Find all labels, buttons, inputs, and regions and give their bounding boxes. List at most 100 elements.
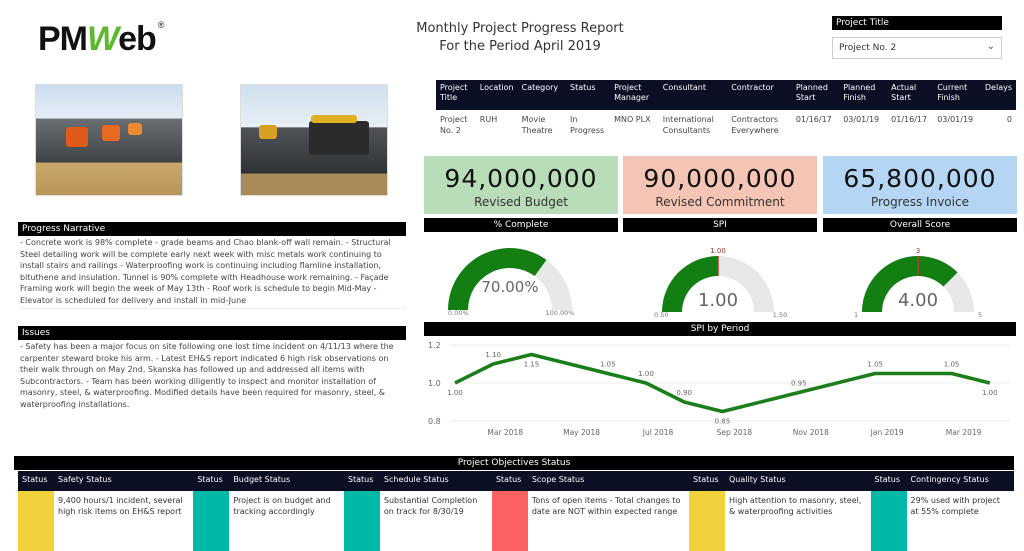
gauge-min-label: 0.50 [654,311,668,319]
status-column-header[interactable]: Status [343,471,380,491]
gauge-target-label: 3 [916,247,920,255]
table-cell: 01/16/17 [891,115,928,124]
column-header[interactable]: Project Manager [610,80,659,110]
filter-label: Project Title [832,16,1002,30]
table-cell: International Consultants [662,115,714,135]
objective-status-text: Substantial Completion on track for 8/30… [383,496,478,516]
site-photo-paver [240,84,388,196]
column-header[interactable]: Project Title [436,80,476,110]
table-cell: RUH [479,115,498,124]
data-label: 1.05 [867,361,883,369]
objective-status-text: Project is on budget and tracking accord… [233,496,331,516]
gauge-title-percent-complete: % Complete [424,218,618,232]
x-tick-label: Nov 2018 [793,428,829,437]
x-tick-label: Jul 2018 [642,428,674,437]
table-cell: 01/16/17 [795,115,832,124]
x-tick-label: Sep 2018 [717,428,753,437]
gauge-value: 4.00 [898,290,938,311]
table-cell: MNO PLX [614,115,651,124]
objective-column-header[interactable]: Contingency Status [906,471,1014,491]
pmweb-logo: PMWeb ® [38,20,164,58]
objective-status-text: 9,400 hours/1 incident, several high ris… [58,496,183,516]
status-column-header[interactable]: Status [193,471,230,491]
status-column-header[interactable]: Status [870,471,907,491]
objective-status-text: 29% used with project at 55% complete [910,496,1000,516]
gauge-value: 1.00 [698,290,738,311]
data-label: 1.15 [524,361,540,369]
issues-text: - Safety has been a major focus on site … [20,342,394,409]
chevron-down-icon: ⌄ [986,41,995,52]
table-cell: In Progress [570,115,605,135]
data-label: 1.00 [638,370,654,378]
objective-column-header[interactable]: Budget Status [229,471,344,491]
x-tick-label: Mar 2019 [946,428,982,437]
status-color-indicator [689,491,725,551]
objective-column-header[interactable]: Schedule Status [379,471,492,491]
column-header[interactable]: Delays [980,80,1016,110]
data-label: 1.00 [447,389,463,397]
objective-column-header[interactable]: Scope Status [527,471,689,491]
column-header[interactable]: Contractor [727,80,792,110]
column-header[interactable]: Status [566,80,611,110]
column-header[interactable]: Current Finish [933,80,981,110]
status-color-indicator [491,491,528,551]
data-label: 1.10 [485,351,501,359]
status-column-header[interactable]: Status [491,471,528,491]
status-color-indicator [870,491,907,551]
objective-status-text: High attention to masonry, steel, & wate… [729,496,862,516]
kpi-revised-budget: 94,000,000 Revised Budget [424,156,618,214]
objectives-table: Status Safety Status Status Budget Status St… [18,471,1014,551]
gauge-title-overall-score: Overall Score [823,218,1017,232]
chart-title: SPI by Period [424,322,1016,336]
gauge-max-label: 5 [978,311,982,319]
kpi-revised-commitment: 90,000,000 Revised Commitment [623,156,817,214]
y-tick-label: 0.8 [428,417,441,426]
gauge-value: 70.00% [481,278,538,296]
project-title-dropdown[interactable]: Project No. 2 ⌄ [832,37,1002,59]
narrative-title: Progress Narrative [18,222,406,236]
site-photo-rollers [35,84,183,196]
y-tick-label: 1.2 [428,341,441,350]
gauge-min-label: 1 [854,311,858,319]
objective-status-text: Tons of open items - Total changes to da… [531,496,681,516]
gauge-target-label: 1.00 [710,247,726,255]
y-tick-label: 1.0 [428,379,441,388]
data-label: 0.95 [791,380,807,388]
gauges: 70.00% 0.00% 100.00% 1.00 1.00 0.50 1.50 3 4.00 1… [448,247,982,319]
status-column-header[interactable]: Status [689,471,725,491]
report-title: Monthly Project Progress Report For the P… [416,21,624,54]
data-label: 1.00 [982,389,998,397]
x-tick-label: Jan 2019 [870,428,904,437]
spi-line-chart: 1.2 1.0 0.8 Mar 2018 May 2018 Jul 2018 Sep 201… [428,341,1010,437]
data-label: 0.90 [676,389,692,397]
status-column-header[interactable]: Status [18,471,54,491]
table-cell: 0 [1006,115,1012,124]
column-header[interactable]: Consultant [658,80,728,110]
objective-column-header[interactable]: Quality Status [725,471,871,491]
data-label: 1.05 [600,361,616,369]
column-header[interactable]: Location [475,80,518,110]
table-cell: Movie Theatre [521,115,553,135]
table-cell: Project No. 2 [440,115,468,135]
gauge-max-label: 1.50 [773,311,787,319]
status-color-indicator [343,491,380,551]
x-tick-label: Mar 2018 [487,428,523,437]
column-header[interactable]: Planned Finish [839,80,888,110]
objectives-title: Project Objectives Status [14,456,1014,470]
column-header[interactable]: Planned Start [791,80,840,110]
table-cell: Contractors Everywhere [731,115,779,135]
data-label: 0.85 [715,418,731,426]
status-color-indicator [18,491,54,551]
column-header[interactable]: Actual Start [887,80,934,110]
gauge-title-spi: SPI [623,218,817,232]
x-tick-label: May 2018 [563,428,600,437]
table-row: Project No. 2 RUH Movie Theatre In Progress… [436,110,1016,140]
data-label: 1.05 [944,361,960,369]
table-cell: 03/01/19 [843,115,880,124]
narrative-text: - Concrete work is 98% complete - grade … [20,237,406,309]
column-header[interactable]: Category [517,80,567,110]
issues-title: Issues [18,326,406,340]
objective-column-header[interactable]: Safety Status [54,471,194,491]
kpi-progress-invoice: 65,800,000 Progress Invoice [823,156,1017,214]
status-color-indicator [193,491,230,551]
